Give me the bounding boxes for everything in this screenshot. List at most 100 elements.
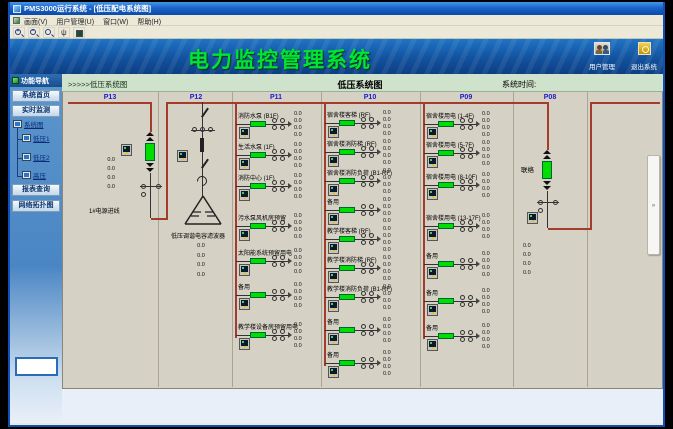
ct-symbol [468,302,473,307]
breaker-closed[interactable] [438,261,454,267]
menu-item-3[interactable]: 帮助(H) [137,19,161,26]
column-header-P10[interactable]: P10 [353,94,387,101]
breaker-closed[interactable] [438,182,454,188]
scroll-handle[interactable]: » [647,155,660,255]
breaker-closed[interactable] [250,332,266,338]
meter-icon[interactable] [427,156,438,168]
ct-symbol [460,220,465,225]
ct-symbol [361,298,366,303]
meter-icon[interactable] [239,158,250,170]
meter-pixel [242,341,244,343]
meter-icon[interactable] [427,267,438,279]
meter-icon[interactable] [427,229,438,241]
zoom-in-icon[interactable]: + [13,27,25,38]
load-arrow-icon [476,150,480,156]
breaker-closed[interactable] [339,207,355,213]
column-header-P11[interactable]: P11 [259,94,293,101]
sidebar-item-6[interactable]: 报表查询 [12,184,60,196]
ct-symbol [369,262,374,267]
zoom-window-icon[interactable] [43,27,55,38]
sidebar-item-3[interactable]: 低压1 [22,133,50,143]
breaker-closed[interactable] [250,223,266,229]
breaker-closed[interactable] [339,327,355,333]
meter-pixel [331,336,333,338]
menu-item-1[interactable]: 用户管理(U) [56,19,94,26]
breaker-closed[interactable] [339,178,355,184]
meter-icon[interactable] [328,366,339,378]
breaker-closed[interactable] [438,223,454,229]
meter-icon[interactable] [121,144,132,156]
breaker-closed[interactable] [250,183,266,189]
meter-icon[interactable] [239,127,250,139]
column-header-P09[interactable]: P09 [449,94,483,101]
sidebar-item-label: 系统图 [24,119,44,129]
meter-icon[interactable] [328,126,339,138]
breaker-closed[interactable] [339,120,355,126]
meter-icon[interactable] [328,333,339,345]
breaker-closed[interactable] [438,298,454,304]
breaker-closed[interactable] [250,152,266,158]
breaker-closed[interactable] [250,121,266,127]
meter-icon[interactable] [239,264,250,276]
pan-icon[interactable]: ψ [58,27,70,38]
meter-icon[interactable] [427,188,438,200]
meter-icon[interactable] [328,213,339,225]
breaker-closed[interactable] [339,149,355,155]
meter-icon[interactable] [427,304,438,316]
meter-led [333,279,335,281]
monitor-icon [22,153,31,161]
meter-icon[interactable] [328,300,339,312]
meter-icon[interactable] [427,127,438,139]
incomer-label: 1#电源进线 [89,206,120,215]
header-button-exit-system[interactable]: 退出系统 [624,42,663,72]
column-header-P13[interactable]: P13 [93,94,127,101]
column-header-P08[interactable]: P08 [533,94,567,101]
feeder-label: 消防中心 (1F) [238,173,275,182]
ct-symbol [280,255,285,260]
titlebar[interactable]: PMS3000运行系统 - [低压配电系统图] [10,2,663,15]
meter-icon[interactable] [328,271,339,283]
ct-symbol [272,336,277,341]
column-header-P12[interactable]: P12 [179,94,213,101]
sidebar-item-0[interactable]: 系统首页 [12,90,60,102]
ct-symbol [468,179,473,184]
meter-icon[interactable] [239,189,250,201]
header-button-user-management[interactable]: 用户管理 [582,42,622,72]
breaker-closed[interactable] [339,236,355,242]
meter-icon[interactable] [328,242,339,254]
meter-icon[interactable] [177,150,188,162]
breaker-closed[interactable] [250,292,266,298]
sidebar-item-4[interactable]: 低压2 [22,152,50,162]
sidebar-item-2[interactable]: 系统图 [13,119,44,129]
menu-item-2[interactable]: 窗口(W) [103,19,128,26]
sidebar-item-1[interactable]: 实时监测 [12,105,60,117]
feeder-label: 宿舍楼用电 (1-4F) [426,111,474,120]
breaker-closed[interactable] [145,143,155,161]
breaker-closed[interactable] [542,161,552,179]
sidebar-item-5[interactable]: 高压 [22,170,46,180]
breaker-closed[interactable] [438,150,454,156]
breaker-closed[interactable] [438,333,454,339]
flow-arrow-icon [146,132,154,136]
breaker-closed[interactable] [339,265,355,271]
breaker-closed[interactable] [339,294,355,300]
sidebar-item-7[interactable]: 网络拓扑图 [12,200,60,212]
meter-icon[interactable] [527,212,538,224]
breaker-closed[interactable] [250,258,266,264]
breaker-closed[interactable] [339,360,355,366]
load-arrow-icon [476,333,480,339]
breaker-closed[interactable] [438,121,454,127]
menu-item-0[interactable]: 画面(V) [24,19,47,26]
meter-icon[interactable] [239,229,250,241]
fit-view-icon[interactable] [73,27,85,38]
zoom-out-icon[interactable]: − [28,27,40,38]
meter-icon[interactable] [427,339,438,351]
meter-led [333,221,335,223]
overview-thumbnail[interactable] [15,357,58,376]
mdi-child-icon[interactable] [13,17,20,24]
meter-icon[interactable] [328,155,339,167]
meter-icon[interactable] [239,338,250,350]
load-arrow-icon [377,207,381,213]
meter-icon[interactable] [239,298,250,310]
meter-icon[interactable] [328,184,339,196]
